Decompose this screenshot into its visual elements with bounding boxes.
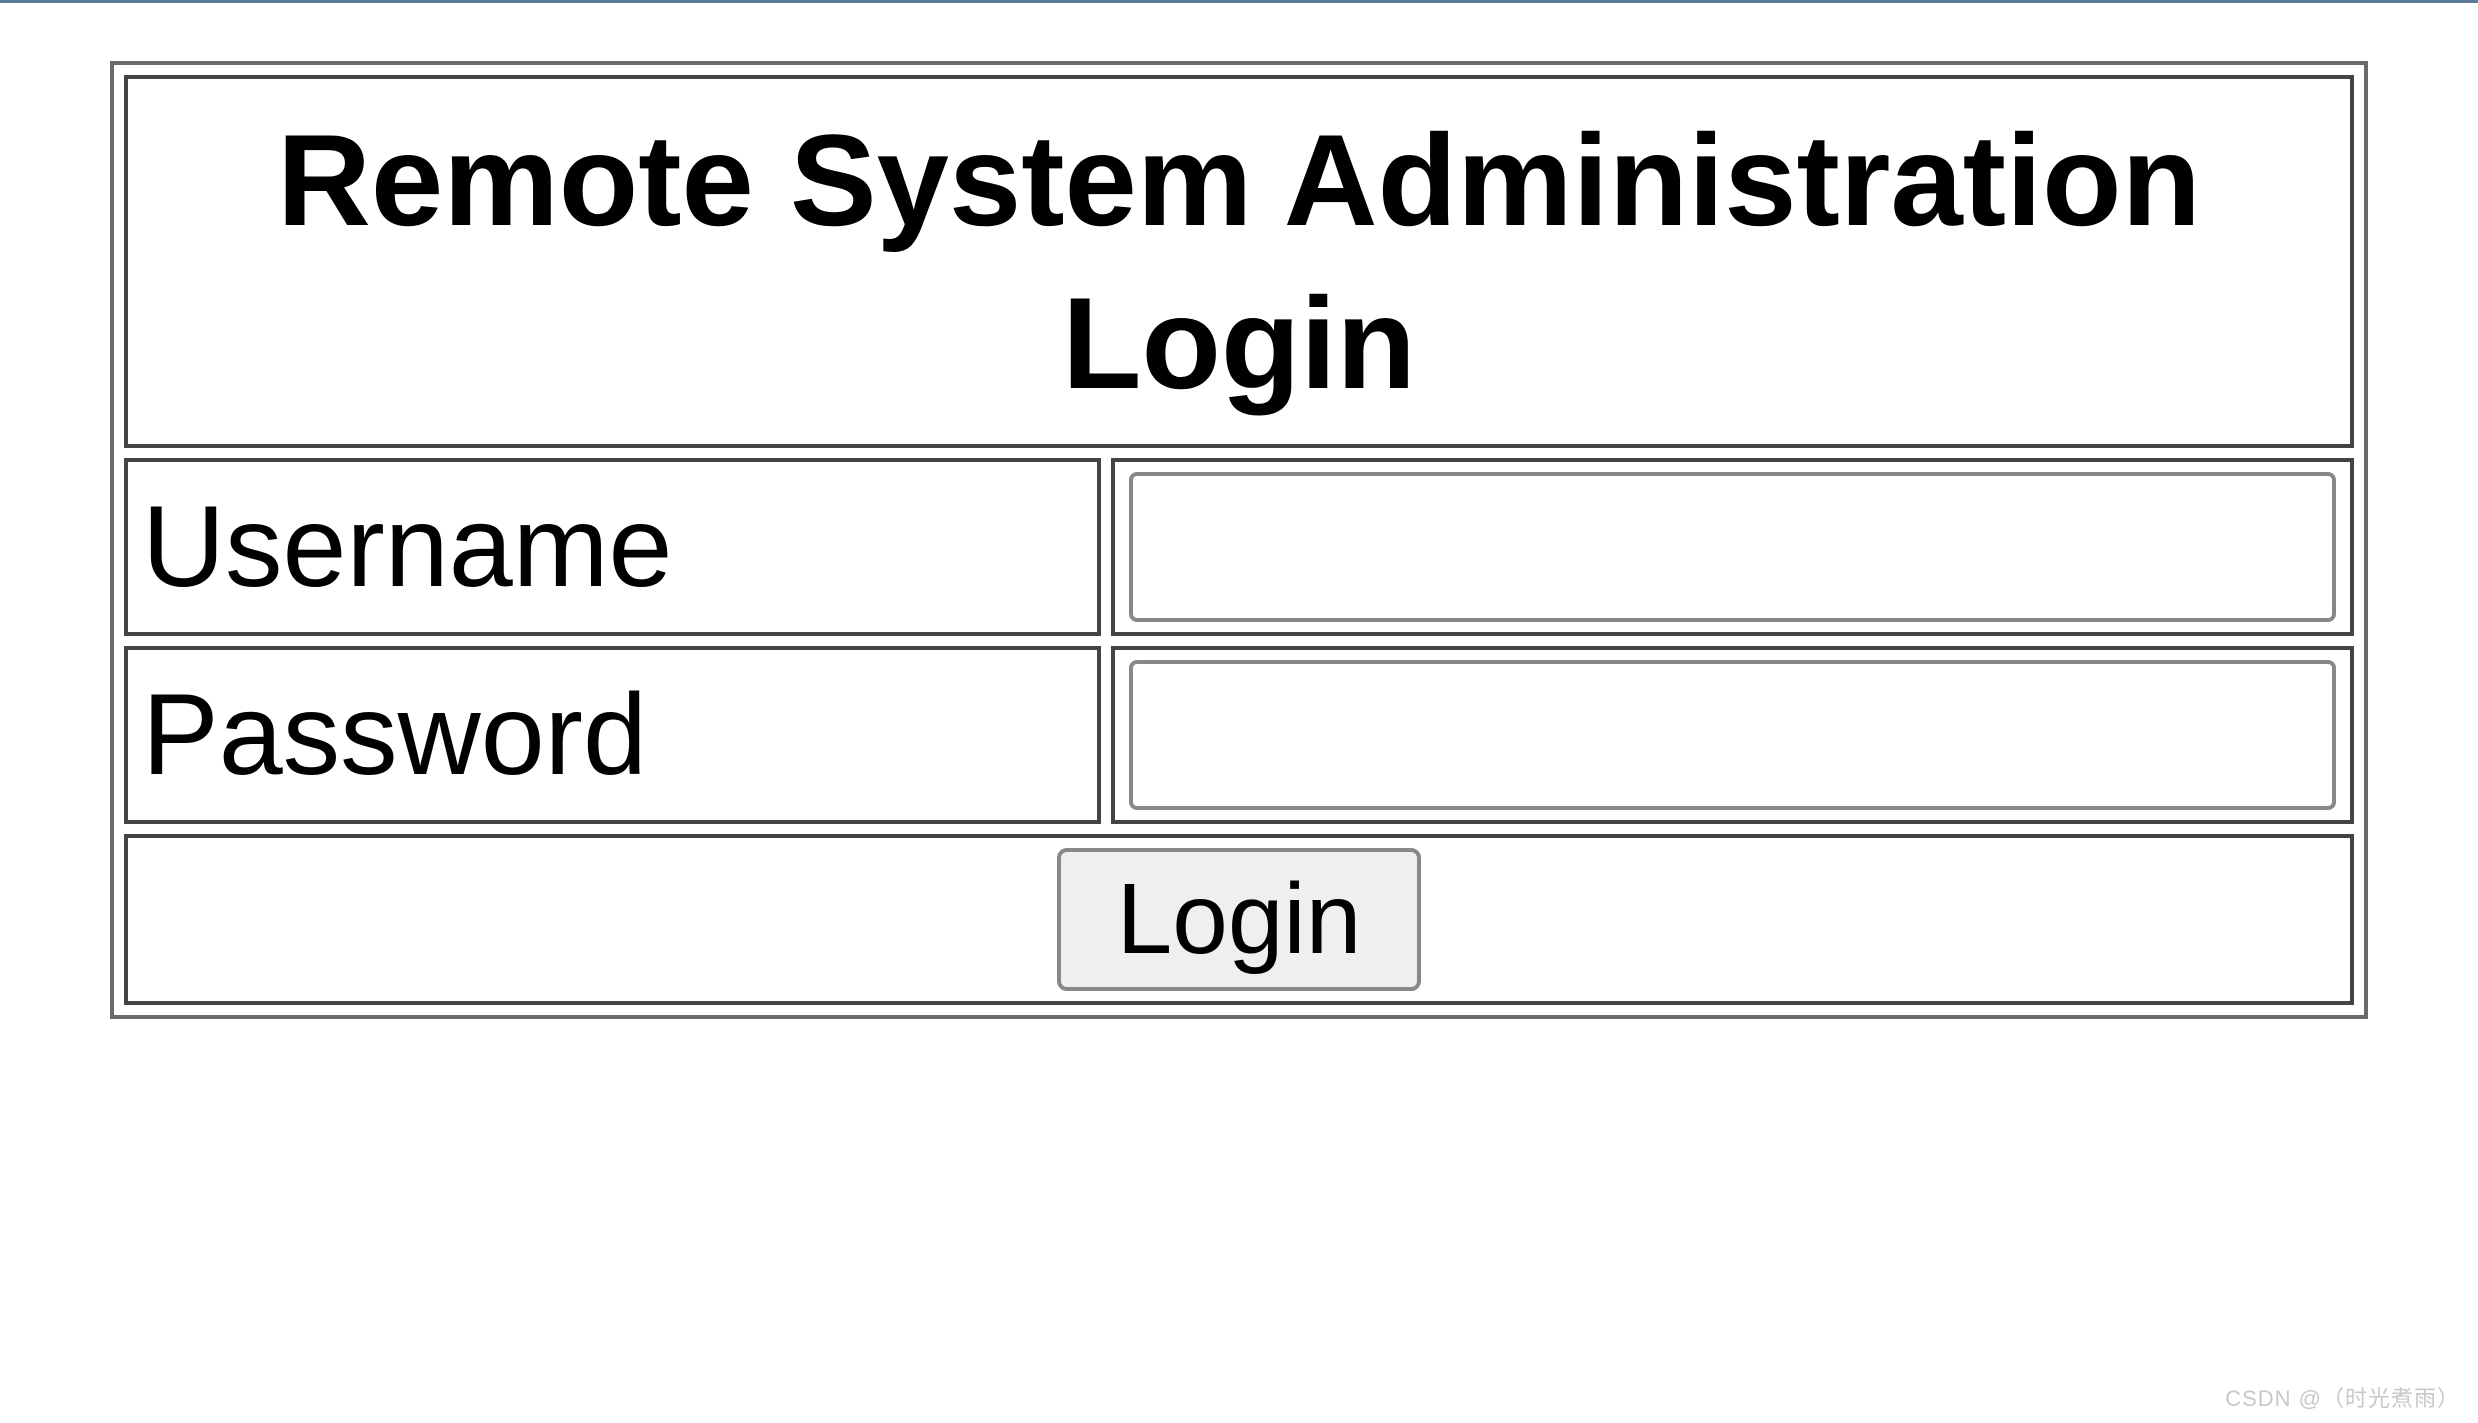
login-container: Remote System Administration Login Usern…	[110, 61, 2368, 1019]
password-input-cell	[1111, 646, 2354, 824]
username-input-cell	[1111, 458, 2354, 636]
watermark-text: CSDN @（时光煮雨）	[2225, 1381, 2460, 1413]
username-input[interactable]	[1129, 472, 2336, 622]
login-button[interactable]: Login	[1057, 848, 1422, 991]
page-title: Remote System Administration Login	[124, 75, 2354, 448]
password-label: Password	[124, 646, 1101, 824]
username-label: Username	[124, 458, 1101, 636]
password-input[interactable]	[1129, 660, 2336, 810]
password-row: Password	[124, 646, 2354, 824]
submit-cell: Login	[124, 834, 2354, 1005]
login-table: Remote System Administration Login Usern…	[110, 61, 2368, 1019]
submit-row: Login	[124, 834, 2354, 1005]
username-row: Username	[124, 458, 2354, 636]
